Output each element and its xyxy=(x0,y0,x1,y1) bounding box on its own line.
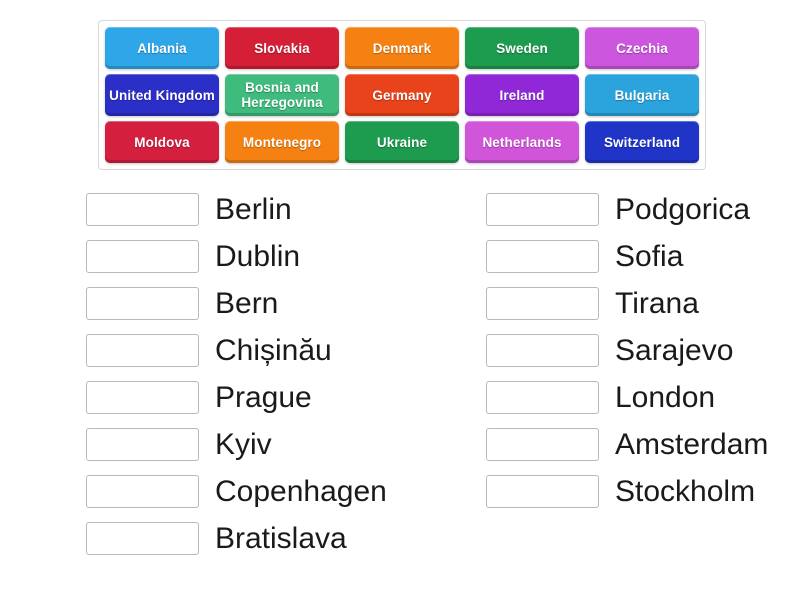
answer-prompt-label: Amsterdam xyxy=(615,427,769,461)
answer-drop-box[interactable] xyxy=(86,428,199,461)
word-tile[interactable]: Moldova xyxy=(105,121,219,163)
answer-row: Stockholm xyxy=(486,468,800,515)
word-tile[interactable]: Switzerland xyxy=(585,121,699,163)
answer-drop-box[interactable] xyxy=(86,475,199,508)
answer-row: Copenhagen xyxy=(86,468,400,515)
word-tile[interactable]: Bulgaria xyxy=(585,74,699,116)
answer-drop-box[interactable] xyxy=(86,287,199,320)
answer-drop-box[interactable] xyxy=(86,240,199,273)
answer-prompt-label: Prague xyxy=(215,380,312,414)
word-tile[interactable]: Netherlands xyxy=(465,121,579,163)
answer-drop-box[interactable] xyxy=(486,475,599,508)
answer-drop-box[interactable] xyxy=(86,193,199,226)
answer-column-right: Podgorica Sofia Tirana Sarajevo London Amster… xyxy=(400,186,800,562)
answer-row: Podgorica xyxy=(486,186,800,233)
answer-list: Berlin Dublin Bern Chișinău Prague Kyiv Copenh… xyxy=(0,186,800,562)
answer-row: Bern xyxy=(86,280,400,327)
answer-prompt-label: Bratislava xyxy=(215,521,347,555)
answer-row: Berlin xyxy=(86,186,400,233)
answer-drop-box[interactable] xyxy=(86,334,199,367)
answer-row: Kyiv xyxy=(86,421,400,468)
word-bank: Albania Slovakia Denmark Sweden Czechia Unite… xyxy=(98,20,706,170)
answer-drop-box[interactable] xyxy=(486,428,599,461)
answer-prompt-label: Bern xyxy=(215,286,279,320)
answer-row: London xyxy=(486,374,800,421)
word-tile[interactable]: Slovakia xyxy=(225,27,339,69)
answer-column-left: Berlin Dublin Bern Chișinău Prague Kyiv Copenh… xyxy=(0,186,400,562)
word-tile[interactable]: Albania xyxy=(105,27,219,69)
answer-drop-box[interactable] xyxy=(486,287,599,320)
tile-row: Albania Slovakia Denmark Sweden Czechia xyxy=(105,27,699,69)
answer-prompt-label: London xyxy=(615,380,716,414)
answer-row: Sofia xyxy=(486,233,800,280)
answer-prompt-label: Sofia xyxy=(615,239,684,273)
word-tile[interactable]: Montenegro xyxy=(225,121,339,163)
answer-row: Sarajevo xyxy=(486,327,800,374)
answer-prompt-label: Tirana xyxy=(615,286,699,320)
word-tile[interactable]: Denmark xyxy=(345,27,459,69)
answer-prompt-label: Podgorica xyxy=(615,192,751,226)
word-tile[interactable]: Czechia xyxy=(585,27,699,69)
answer-drop-box[interactable] xyxy=(86,522,199,555)
word-tile[interactable]: Sweden xyxy=(465,27,579,69)
answer-prompt-label: Berlin xyxy=(215,192,292,226)
answer-row: Chișinău xyxy=(86,327,400,374)
word-tile[interactable]: Bosnia and Herzegovina xyxy=(225,74,339,116)
answer-drop-box[interactable] xyxy=(86,381,199,414)
answer-prompt-label: Chișinău xyxy=(215,333,332,367)
word-tile[interactable]: Ireland xyxy=(465,74,579,116)
tile-row: United Kingdom Bosnia and Herzegovina Germ… xyxy=(105,74,699,116)
answer-row: Tirana xyxy=(486,280,800,327)
answer-row: Prague xyxy=(86,374,400,421)
answer-row: Amsterdam xyxy=(486,421,800,468)
answer-prompt-label: Dublin xyxy=(215,239,301,273)
answer-prompt-label: Copenhagen xyxy=(215,474,387,508)
word-tile[interactable]: Germany xyxy=(345,74,459,116)
answer-prompt-label: Sarajevo xyxy=(615,333,734,367)
answer-row: Bratislava xyxy=(86,515,400,562)
tile-row: Moldova Montenegro Ukraine Netherlands Switz… xyxy=(105,121,699,163)
word-tile[interactable]: Ukraine xyxy=(345,121,459,163)
word-tile[interactable]: United Kingdom xyxy=(105,74,219,116)
answer-prompt-label: Stockholm xyxy=(615,474,756,508)
answer-drop-box[interactable] xyxy=(486,334,599,367)
answer-prompt-label: Kyiv xyxy=(215,427,272,461)
answer-drop-box[interactable] xyxy=(486,381,599,414)
answer-drop-box[interactable] xyxy=(486,240,599,273)
answer-drop-box[interactable] xyxy=(486,193,599,226)
answer-row: Dublin xyxy=(86,233,400,280)
match-up-activity: Albania Slovakia Denmark Sweden Czechia Unite… xyxy=(0,0,800,600)
